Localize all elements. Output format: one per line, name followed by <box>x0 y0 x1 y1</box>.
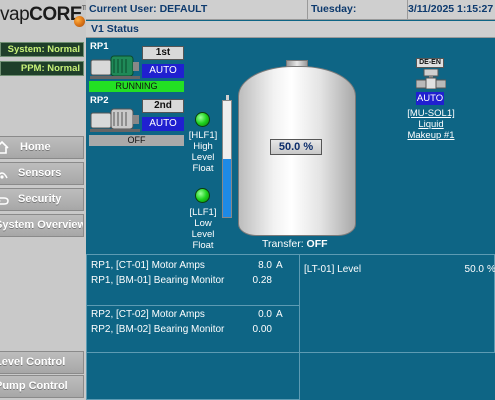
rp1-bearing-label: RP1, [BM-01] Bearing Monitor <box>91 275 225 286</box>
pump-rp1-mode[interactable]: AUTO <box>142 64 184 78</box>
brand-logo: vapCORETM <box>0 4 86 34</box>
high-level-float-label: [HLF1] High Level Float <box>184 130 222 174</box>
nav-home-label: Home <box>20 141 51 153</box>
llf1-desc-1: Low <box>194 218 212 229</box>
low-level-float-lamp <box>195 188 210 203</box>
tank-level-readout: 50.0 % <box>270 139 322 155</box>
rp1-motor-amps-value: 8.0 <box>258 260 272 271</box>
hlf1-desc-2: Level <box>191 152 215 163</box>
brand-prefix: vap <box>0 4 30 25</box>
nav-pump-control-label: Pump Control <box>0 380 68 392</box>
valve-line-3: Makeup #1 <box>407 130 455 141</box>
nav-system-overview-button[interactable]: System Overview <box>0 214 84 237</box>
sensor-icon <box>0 172 8 179</box>
lt01-level-unit: % <box>487 264 495 275</box>
pump-rp1-icon[interactable] <box>90 50 140 80</box>
nav-sensors-label: Sensors <box>18 167 62 179</box>
transfer-status: Transfer: OFF <box>262 238 328 250</box>
level-sight-tube <box>222 100 232 218</box>
nav-level-control-button[interactable]: Level Control <box>0 351 84 374</box>
rp1-motor-amps-unit: A <box>276 260 283 271</box>
high-level-float-lamp <box>195 112 210 127</box>
security-icon <box>0 197 9 205</box>
pump-rp1-rank[interactable]: 1st <box>142 46 184 60</box>
transfer-label: Transfer: <box>262 238 304 250</box>
rp2-motor-amps-label: RP2, [CT-02] Motor Amps <box>91 309 205 320</box>
nav-pump-control-button[interactable]: Pump Control <box>0 375 84 398</box>
nav-home-button[interactable]: Home <box>0 136 84 159</box>
current-user: Current User: DEFAULT <box>86 0 308 19</box>
llf1-desc-3: Float <box>192 240 214 251</box>
pump-rp2-icon[interactable] <box>90 103 140 133</box>
solenoid-valve-icon[interactable] <box>416 69 446 89</box>
rp2-motor-amps-unit: A <box>276 309 283 320</box>
ppm-status-badge: PPM: Normal <box>0 61 84 76</box>
valve-tag: DE-EN <box>416 58 444 68</box>
empty-data-panel <box>86 352 300 400</box>
low-level-float-label: [LLF1] Low Level Float <box>184 207 222 251</box>
nav-security-label: Security <box>18 193 62 205</box>
rp2-bearing-value: 0.00 <box>252 324 272 335</box>
logo-swirl-icon <box>74 16 85 27</box>
hlf1-desc-1: High <box>193 141 213 152</box>
valve-tag-text: [MU-SOL1] <box>407 108 455 119</box>
home-icon <box>0 140 9 154</box>
top-bar: Current User: DEFAULT Tuesday: 3/11/2025… <box>86 0 495 20</box>
sidebar: vapCORETM System: Normal PPM: Normal Hom… <box>0 0 86 400</box>
lt01-level-label: [LT-01] Level <box>304 264 362 275</box>
valve-link[interactable]: [MU-SOL1] Liquid Makeup #1 <box>396 108 466 141</box>
rp2-motor-amps-value: 0.0 <box>258 309 272 320</box>
rp2-data-panel: RP2, [CT-02] Motor Amps 0.0 A RP2, [BM-0… <box>86 305 300 353</box>
nav-security-button[interactable]: Security <box>0 188 84 211</box>
transfer-state: OFF <box>306 238 328 250</box>
llf1-tag: [LLF1] <box>189 207 217 218</box>
page-title: V1 Status <box>86 21 495 38</box>
pump-rp2-state: OFF <box>89 135 184 146</box>
lt01-level-value: 50.0 <box>464 264 484 275</box>
rp1-bearing-value: 0.28 <box>252 275 272 286</box>
hlf1-desc-3: Float <box>192 163 214 174</box>
valve-line-2: Liquid <box>418 119 444 130</box>
rp2-bearing-label: RP2, [BM-02] Bearing Monitor <box>91 324 225 335</box>
nav-sensors-button[interactable]: Sensors <box>0 162 84 185</box>
level-sight-fill <box>223 159 231 217</box>
pump-rp1-state: RUNNING <box>89 81 184 92</box>
datetime: 3/11/2025 1:15:27 PM <box>408 3 495 15</box>
rp1-motor-amps-label: RP1, [CT-01] Motor Amps <box>91 260 205 271</box>
hlf1-tag: [HLF1] <box>188 130 218 141</box>
rp1-data-panel: RP1, [CT-01] Motor Amps 8.0 A RP1, [BM-0… <box>86 254 300 306</box>
valve-mode[interactable]: AUTO <box>416 92 444 105</box>
system-status-badge: System: Normal <box>0 42 84 57</box>
weekday: Tuesday: <box>308 0 408 19</box>
level-data-panel: [LT-01] Level 50.0 % <box>299 254 495 353</box>
nav-level-control-label: Level Control <box>0 356 66 368</box>
pump-rp2-mode[interactable]: AUTO <box>142 117 184 131</box>
llf1-desc-2: Level <box>191 229 215 240</box>
nav-system-overview-label: System Overview <box>0 219 84 231</box>
pump-rp2-rank[interactable]: 2nd <box>142 99 184 113</box>
